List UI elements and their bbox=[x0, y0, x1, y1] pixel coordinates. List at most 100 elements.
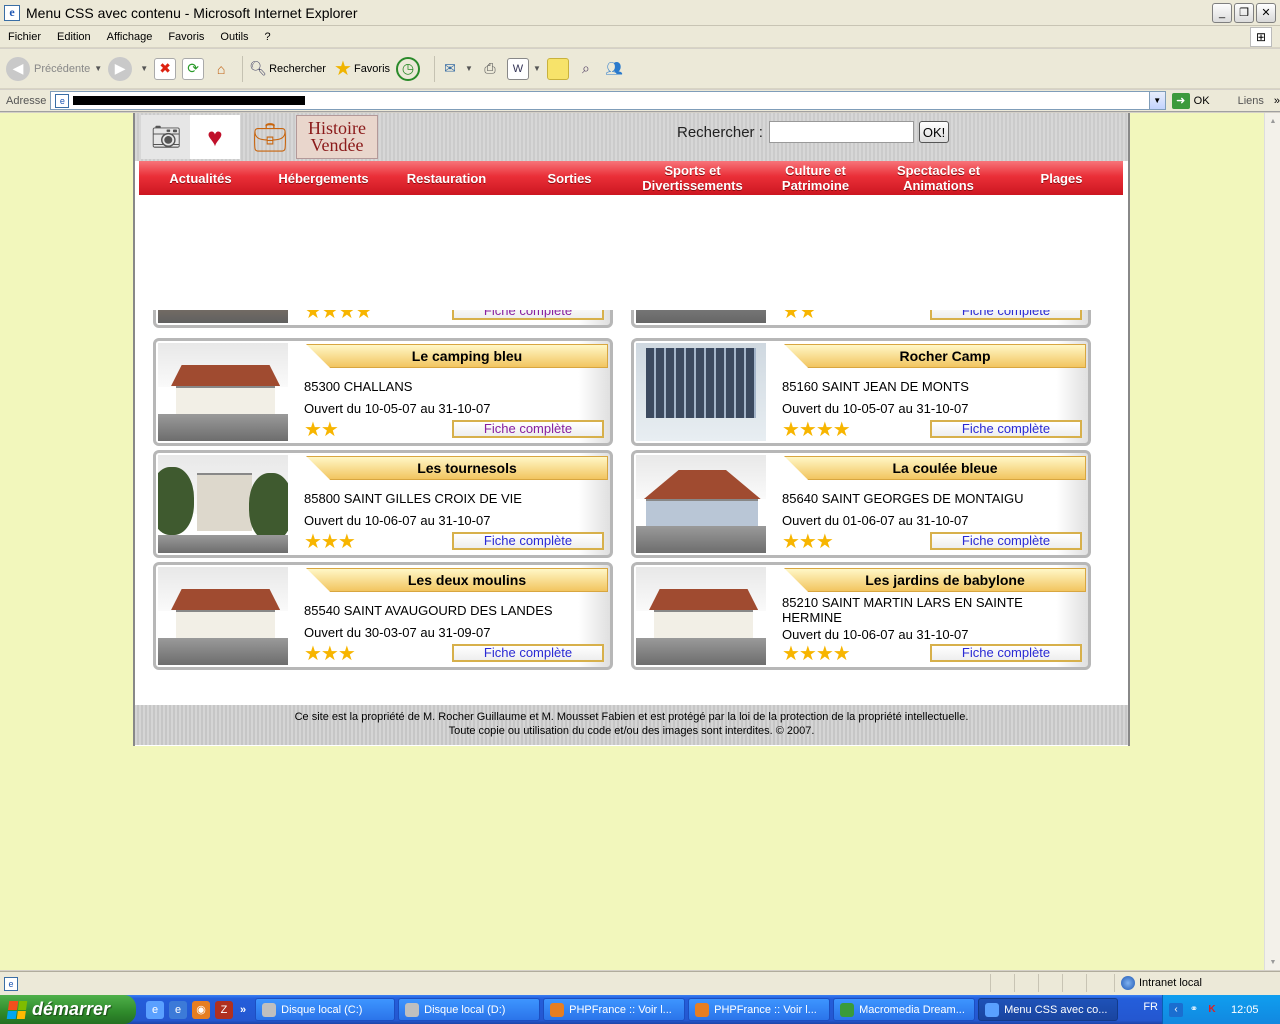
nav-sports[interactable]: Sports et Divertissements bbox=[631, 161, 754, 195]
home-button[interactable]: ⌂ bbox=[210, 58, 232, 80]
ie-icon[interactable]: e bbox=[169, 1000, 187, 1019]
listing-address: 85800 SAINT GILLES CROIX DE VIE bbox=[304, 491, 522, 506]
suitcase-icon[interactable]: 💼︎ bbox=[245, 115, 295, 159]
stop-icon: ✖ bbox=[154, 57, 177, 80]
search-label: Rechercher bbox=[269, 62, 326, 75]
fiche-link[interactable]: Fiche complète bbox=[930, 532, 1082, 550]
histoire-vendee-logo[interactable]: Histoire Vendée bbox=[296, 115, 378, 159]
taskbar-task[interactable]: PHPFrance :: Voir l... bbox=[688, 998, 831, 1021]
address-input[interactable]: e ▼ bbox=[50, 91, 1166, 110]
task-label: PHPFrance :: Voir l... bbox=[569, 1003, 672, 1016]
messenger-button[interactable]: 👥︎ bbox=[603, 58, 625, 80]
listing-address: 85540 SAINT AVAUGOURD DES LANDES bbox=[304, 603, 553, 618]
links-chevron[interactable]: » bbox=[1274, 95, 1280, 107]
site-search-input[interactable] bbox=[768, 121, 914, 143]
menu-favoris[interactable]: Favoris bbox=[160, 31, 212, 43]
security-zone: Intranet local bbox=[1114, 974, 1202, 992]
ie-icon[interactable]: e bbox=[146, 1000, 164, 1019]
drive-icon bbox=[405, 1002, 420, 1017]
task-label: Menu CSS avec co... bbox=[1004, 1003, 1108, 1016]
nav-spectacles[interactable]: Spectacles et Animations bbox=[877, 161, 1000, 195]
nav-hebergements[interactable]: Hébergements bbox=[262, 161, 385, 195]
listing-title: Le camping bleu bbox=[306, 344, 608, 368]
firefox-icon[interactable]: ◉ bbox=[192, 1000, 210, 1019]
listing-card: Les deux moulins 85540 SAINT AVAUGOURD DE… bbox=[153, 562, 613, 670]
fiche-link[interactable]: Fiche complète bbox=[452, 420, 604, 438]
menu-help[interactable]: ? bbox=[257, 31, 279, 43]
discuss-button[interactable] bbox=[546, 57, 569, 80]
site-search-button[interactable]: OK! bbox=[918, 121, 950, 143]
mail-button[interactable]: ✉ ▼ bbox=[439, 58, 473, 80]
menu-edition[interactable]: Edition bbox=[49, 31, 99, 43]
firefox-icon bbox=[550, 1002, 565, 1017]
listing-address: 85300 CHALLANS bbox=[304, 379, 413, 394]
search-button[interactable]: 🔍︎ Rechercher bbox=[247, 58, 326, 80]
nav-actualites[interactable]: Actualités bbox=[139, 161, 262, 195]
tray-expand-icon[interactable]: ‹ bbox=[1169, 1002, 1183, 1017]
chevron-down-icon[interactable]: ▼ bbox=[1148, 92, 1165, 109]
print-button[interactable]: ⎙ bbox=[479, 58, 501, 80]
minimize-button[interactable]: _ bbox=[1212, 2, 1232, 23]
research-button[interactable]: ⌕ bbox=[575, 58, 597, 80]
system-tray: ‹ ⚭ K 12:05 bbox=[1162, 995, 1280, 1024]
chevron-down-icon[interactable]: ▼ bbox=[140, 64, 148, 73]
nav-culture[interactable]: Culture et Patrimoine bbox=[754, 161, 877, 195]
maximize-button[interactable]: ❐ bbox=[1234, 2, 1254, 23]
network-icon[interactable]: ⚭ bbox=[1187, 1003, 1201, 1017]
nav-plages[interactable]: Plages bbox=[1000, 161, 1123, 195]
chevron-down-icon[interactable]: ▼ bbox=[94, 64, 102, 73]
nav-sorties[interactable]: Sorties bbox=[508, 161, 631, 195]
rating-stars: ★★ bbox=[304, 419, 339, 441]
mail-icon: ✉ bbox=[444, 60, 456, 76]
menu-fichier[interactable]: Fichier bbox=[0, 31, 49, 43]
taskbar-task[interactable]: Macromedia Dream... bbox=[833, 998, 976, 1021]
refresh-button[interactable]: ⟳ bbox=[182, 57, 205, 80]
taskbar-task[interactable]: Disque local (C:) bbox=[255, 998, 396, 1021]
back-arrow-icon: ◀ bbox=[6, 56, 30, 81]
taskbar-task[interactable]: PHPFrance :: Voir l... bbox=[543, 998, 686, 1021]
menu-outils[interactable]: Outils bbox=[212, 31, 256, 43]
stop-button[interactable]: ✖ bbox=[154, 57, 177, 80]
listing-dates: Ouvert du 30-03-07 au 31-09-07 bbox=[304, 625, 491, 640]
fiche-link[interactable]: Fiche complète bbox=[452, 644, 604, 662]
page-icon: e bbox=[55, 93, 70, 108]
windows-logo-icon: ⊞ bbox=[1250, 27, 1272, 47]
chevron-down-icon[interactable]: ▼ bbox=[465, 64, 473, 73]
vendee-heart-icon[interactable]: ♥ bbox=[190, 115, 240, 159]
toolbar-separator bbox=[434, 55, 436, 82]
fiche-link[interactable]: Fiche complète bbox=[452, 310, 604, 320]
start-button[interactable]: démarrer bbox=[0, 995, 136, 1024]
filezilla-icon[interactable]: Z bbox=[215, 1000, 233, 1019]
fiche-link[interactable]: Fiche complète bbox=[930, 310, 1082, 320]
links-label[interactable]: Liens bbox=[1238, 95, 1264, 107]
chevron-down-icon[interactable]: ▼ bbox=[533, 64, 541, 73]
vertical-scrollbar[interactable]: ▲ ▼ bbox=[1264, 113, 1280, 970]
scroll-down-icon[interactable]: ▼ bbox=[1265, 954, 1280, 970]
taskbar-task[interactable]: Menu CSS avec co... bbox=[978, 998, 1119, 1021]
listing-card: La coulée bleue 85640 SAINT GEORGES DE MO… bbox=[631, 450, 1091, 558]
menu-affichage[interactable]: Affichage bbox=[99, 31, 161, 43]
rating-stars: ★★★★ bbox=[304, 310, 373, 323]
go-button[interactable]: ➜ OK bbox=[1171, 92, 1210, 109]
listing-title: Rocher Camp bbox=[784, 344, 1086, 368]
edit-button[interactable]: W ▼ bbox=[506, 57, 541, 80]
fiche-link[interactable]: Fiche complète bbox=[452, 532, 604, 550]
fiche-link[interactable]: Fiche complète bbox=[930, 644, 1082, 662]
clock[interactable]: 12:05 bbox=[1231, 1004, 1259, 1016]
camera-icon[interactable]: 📷︎ bbox=[141, 115, 191, 159]
forward-button[interactable]: ▶ ▼ bbox=[108, 56, 148, 81]
close-button[interactable]: ✕ bbox=[1256, 2, 1276, 23]
language-indicator[interactable]: FR bbox=[1143, 1001, 1158, 1013]
favorites-button[interactable]: ★ Favoris bbox=[332, 58, 390, 80]
word-icon: W bbox=[506, 57, 529, 80]
note-icon bbox=[546, 57, 569, 80]
antivirus-icon[interactable]: K bbox=[1205, 1003, 1219, 1017]
quick-launch-more[interactable]: » bbox=[240, 1004, 246, 1016]
back-button[interactable]: ◀ Précédente ▼ bbox=[6, 56, 102, 81]
nav-restauration[interactable]: Restauration bbox=[385, 161, 508, 195]
listing-title: Les deux moulins bbox=[306, 568, 608, 592]
scroll-up-icon[interactable]: ▲ bbox=[1265, 113, 1280, 129]
taskbar-task[interactable]: Disque local (D:) bbox=[398, 998, 541, 1021]
history-button[interactable]: ◷ bbox=[396, 56, 424, 81]
fiche-link[interactable]: Fiche complète bbox=[930, 420, 1082, 438]
